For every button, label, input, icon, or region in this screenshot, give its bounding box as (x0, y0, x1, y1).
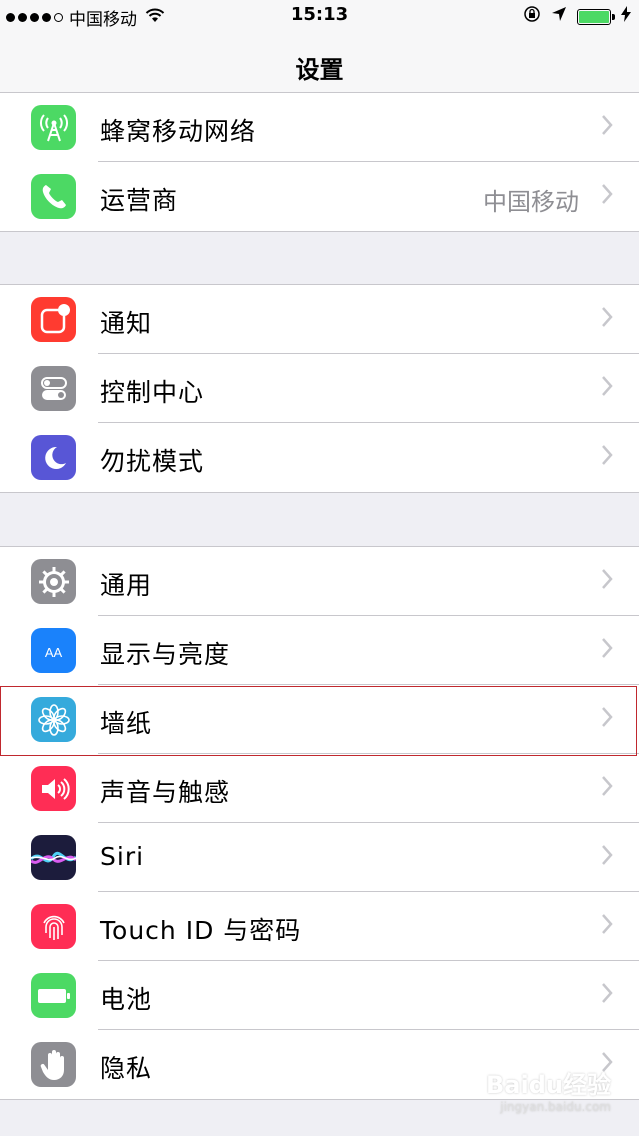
chevron-right-icon (601, 568, 613, 594)
chevron-right-icon (601, 637, 613, 663)
wallpaper-flower-icon (31, 697, 76, 742)
settings-group-notifications: 通知 控制中心 勿扰模式 (0, 284, 639, 493)
speaker-icon (31, 766, 76, 811)
chevron-right-icon (601, 183, 613, 209)
settings-row-label: 勿扰模式 (100, 447, 205, 476)
chevron-right-icon (601, 844, 613, 870)
settings-row-label: 通用 (100, 571, 153, 600)
chevron-right-icon (601, 913, 613, 939)
cellular-antenna-icon (31, 105, 76, 150)
status-bar: 中国移动 15:13 (0, 0, 639, 32)
settings-row-notifications[interactable]: 通知 (0, 285, 639, 354)
carrier-value: 中国移动 (483, 188, 579, 216)
settings-row-siri[interactable]: Siri (0, 823, 639, 892)
navigation-bar: 设置 (0, 32, 639, 100)
settings-row-label: 隐私 (100, 1054, 153, 1083)
chevron-right-icon (601, 982, 613, 1008)
siri-icon (31, 835, 76, 880)
charging-bolt-icon (621, 6, 631, 27)
notifications-icon (31, 297, 76, 342)
settings-row-label: 声音与触感 (100, 778, 231, 807)
settings-row-touch-id-passcode[interactable]: Touch ID 与密码 (0, 892, 639, 961)
settings-row-wallpaper[interactable]: 墙纸 (0, 685, 639, 754)
settings-row-control-center[interactable]: 控制中心 (0, 354, 639, 423)
settings-row-label: 运营商 (100, 186, 179, 215)
settings-row-label: Touch ID 与密码 (100, 916, 302, 945)
settings-row-label: 蜂窝移动网络 (100, 117, 257, 146)
rotation-lock-icon (523, 5, 541, 28)
moon-icon (31, 435, 76, 480)
settings-row-label: Siri (100, 842, 145, 871)
watermark-url: jingyan.baidu.com (500, 1100, 611, 1114)
phone-icon (31, 174, 76, 219)
chevron-right-icon (601, 775, 613, 801)
settings-row-label: 墙纸 (100, 709, 153, 738)
settings-row-sounds-haptics[interactable]: 声音与触感 (0, 754, 639, 823)
location-arrow-icon (551, 6, 567, 27)
settings-row-carrier[interactable]: 运营商 中国移动 (0, 162, 639, 231)
watermark-brand: Baidu经验 (486, 1071, 611, 1099)
chevron-right-icon (601, 706, 613, 732)
settings-row-label: 电池 (100, 985, 153, 1014)
battery-icon (31, 973, 76, 1018)
chevron-right-icon (601, 114, 613, 140)
gear-icon (31, 559, 76, 604)
status-right (523, 5, 631, 28)
battery-indicator-icon (577, 8, 615, 25)
settings-group-general: 通用 AA 显示与亮度 墙纸 声音与触感 Siri Touch ID 与密码 电… (0, 546, 639, 1100)
fingerprint-icon (31, 904, 76, 949)
control-center-icon (31, 366, 76, 411)
hand-icon (31, 1042, 76, 1087)
settings-row-battery[interactable]: 电池 (0, 961, 639, 1030)
settings-row-general[interactable]: 通用 (0, 547, 639, 616)
baidu-jingyan-watermark: Baidu经验 jingyan.baidu.com (486, 1065, 611, 1114)
page-title: 设置 (295, 56, 344, 84)
text-size-icon: AA (31, 628, 76, 673)
chevron-right-icon (601, 375, 613, 401)
settings-row-do-not-disturb[interactable]: 勿扰模式 (0, 423, 639, 492)
settings-row-cellular[interactable]: 蜂窝移动网络 (0, 93, 639, 162)
settings-row-display-brightness[interactable]: AA 显示与亮度 (0, 616, 639, 685)
chevron-right-icon (601, 444, 613, 470)
settings-group-network: 蜂窝移动网络 运营商 中国移动 (0, 92, 639, 232)
settings-row-label: 显示与亮度 (100, 640, 231, 669)
settings-row-label: 通知 (100, 309, 153, 338)
chevron-right-icon (601, 306, 613, 332)
settings-row-label: 控制中心 (100, 378, 205, 407)
